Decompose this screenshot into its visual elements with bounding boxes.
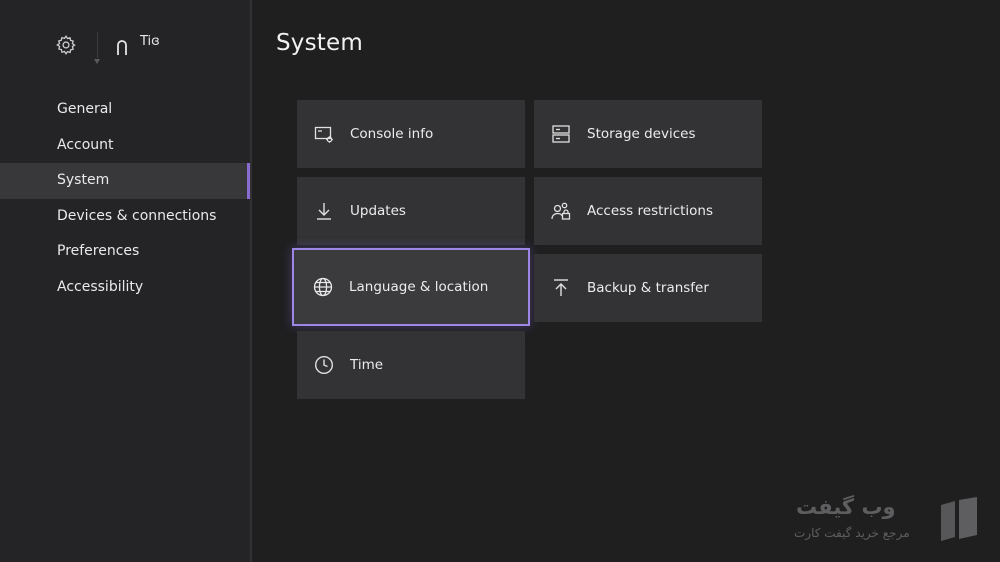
tile-storage-devices[interactable]: Storage devices [534,100,762,168]
clock-icon [314,355,334,375]
tile-language-location[interactable]: Language & location [292,248,530,326]
sidebar-divider [250,0,252,562]
sidebar: Tiɞ General Account System Devices & con… [0,0,250,562]
sidebar-item-system[interactable]: System [0,163,250,199]
console-info-icon [314,124,334,144]
sidebar-header: Tiɞ [55,30,160,64]
tile-label: Updates [350,203,406,219]
sidebar-item-account[interactable]: Account [0,128,250,164]
gear-icon [55,34,77,56]
globe-icon [313,277,333,297]
storage-devices-icon [551,124,571,144]
tile-label: Console info [350,126,434,142]
sidebar-item-devices-connections[interactable]: Devices & connections [0,199,250,235]
tile-console-info[interactable]: Console info [297,100,525,168]
sidebar-item-accessibility[interactable]: Accessibility [0,270,250,306]
tile-label: Backup & transfer [587,280,709,296]
tile-label: Access restrictions [587,203,714,219]
tile-backup-transfer[interactable]: Backup & transfer [534,254,762,322]
sidebar-item-preferences[interactable]: Preferences [0,234,250,270]
profile-icon [116,39,128,55]
watermark: وب گیفت مرجع خرید گیفت کارت [790,495,990,550]
tile-label: Storage devices [587,126,696,142]
tile-access-restrictions[interactable]: Access restrictions [534,177,762,245]
sidebar-item-general[interactable]: General [0,92,250,128]
tile-updates[interactable]: Updates [297,177,525,245]
tile-time[interactable]: Time [297,331,525,399]
watermark-subtitle: مرجع خرید گیفت کارت [794,526,910,540]
download-icon [314,201,334,221]
access-restrictions-icon [551,201,571,221]
settings-app: Tiɞ General Account System Devices & con… [0,0,1000,562]
watermark-logo-icon [937,497,981,543]
page-title: System [276,30,363,56]
tile-label: Time [350,357,384,373]
watermark-title: وب گیفت [796,495,896,519]
upload-icon [551,278,571,298]
header-divider [94,32,100,64]
sidebar-nav: General Account System Devices & connect… [0,92,250,305]
tile-label: Language & location [349,279,489,295]
profile-name[interactable]: Tiɞ [140,34,160,49]
